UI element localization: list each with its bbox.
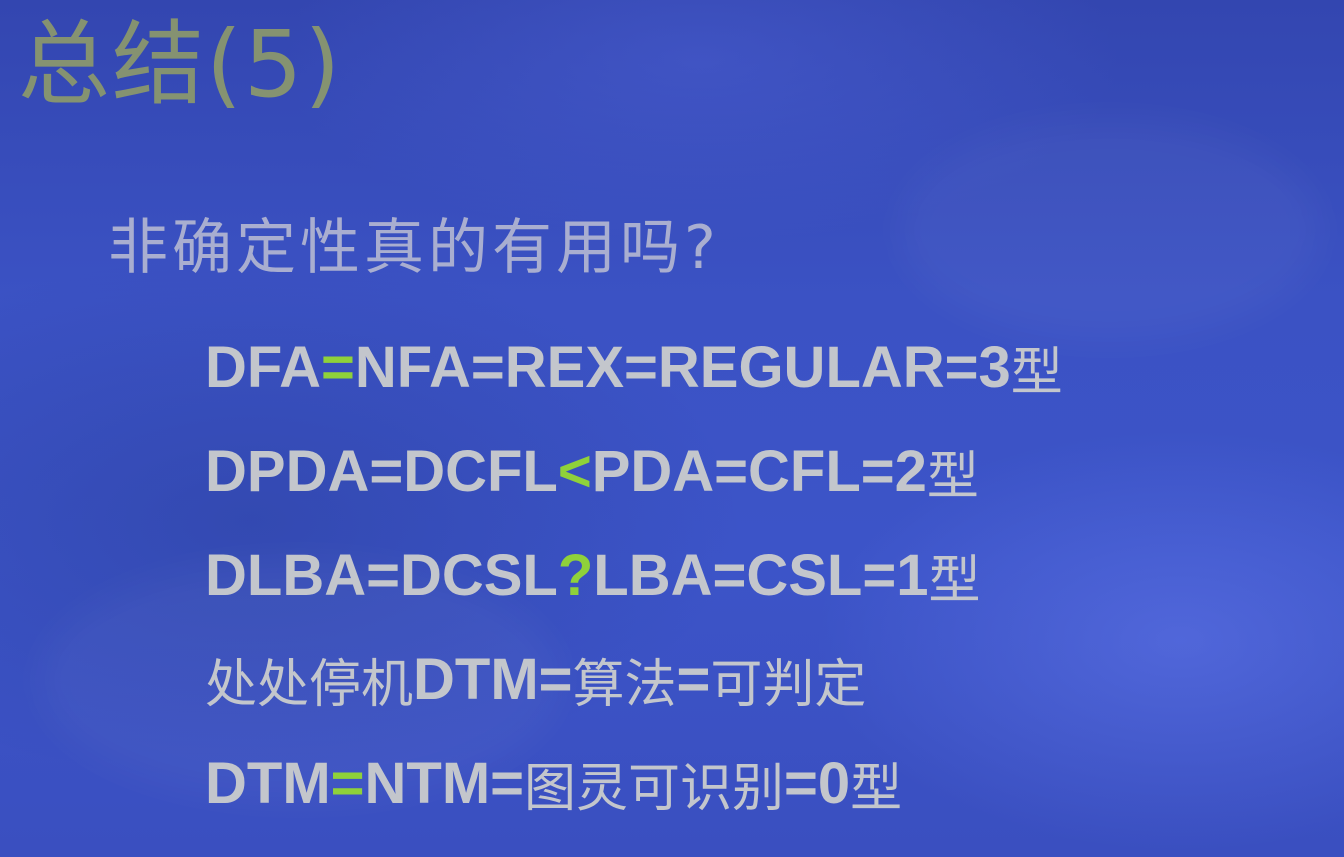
- accent-operator: =: [330, 750, 365, 816]
- line-text: =0: [784, 750, 851, 816]
- line-context-sensitive: DLBA=DCSL ? LBA=CSL=1 型: [205, 523, 1325, 627]
- slide-title: 总结(5): [18, 11, 343, 118]
- line-prefix: 处处停机: [205, 654, 414, 715]
- accent-operator: ?: [557, 542, 594, 608]
- accent-operator: <: [557, 438, 592, 504]
- line-cjk: 可判定: [710, 654, 867, 715]
- line-regular: DFA = NFA=REX=REGULAR=3 型: [205, 315, 1325, 419]
- line-text: =: [676, 646, 711, 712]
- background-swirl: [900, 120, 1320, 340]
- line-cjk: 算法: [572, 654, 677, 715]
- line-text: NTM=: [364, 750, 525, 816]
- line-text: DTM=: [413, 646, 573, 712]
- accent-operator: =: [321, 334, 355, 400]
- line-text: DFA: [205, 334, 321, 400]
- type-suffix: 型: [928, 550, 981, 611]
- type-suffix: 型: [850, 758, 903, 819]
- type-suffix: 型: [1010, 342, 1063, 403]
- slide-question: 非确定性真的有用吗?: [108, 213, 720, 283]
- line-text: DLBA=DCSL: [205, 542, 558, 608]
- line-recognizable: DTM = NTM= 图灵可识别 =0 型: [205, 731, 1325, 835]
- line-cjk: 图灵可识别: [524, 758, 785, 819]
- line-text: LBA=CSL=1: [593, 542, 929, 608]
- line-text: DTM: [205, 750, 331, 816]
- line-text: NFA=REX=REGULAR=3: [354, 334, 1011, 400]
- type-suffix: 型: [926, 446, 979, 507]
- line-context-free: DPDA=DCFL < PDA=CFL=2 型: [205, 419, 1325, 523]
- line-text: PDA=CFL=2: [591, 438, 927, 504]
- line-text: DPDA=DCFL: [205, 438, 558, 504]
- equivalence-list: DFA = NFA=REX=REGULAR=3 型 DPDA=DCFL < PDA=CF…: [205, 315, 1325, 835]
- line-decidable: 处处停机 DTM= 算法 = 可判定: [205, 627, 1325, 731]
